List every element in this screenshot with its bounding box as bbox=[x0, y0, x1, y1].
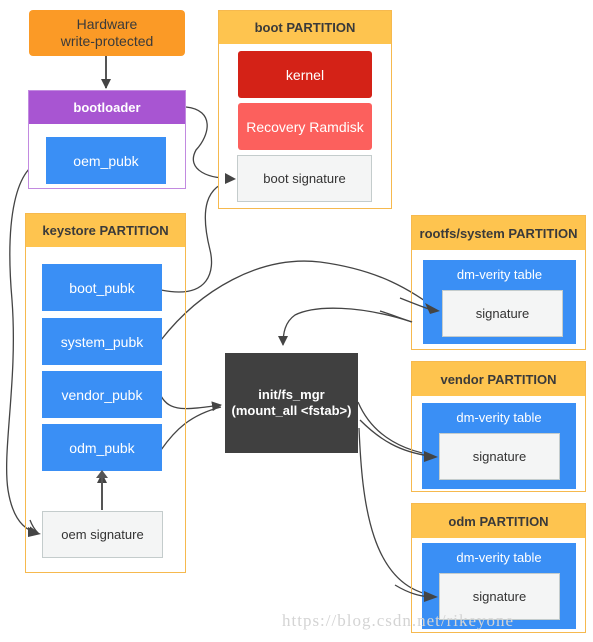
oem-signature-label: oem signature bbox=[61, 527, 144, 542]
vendor-signature-block: signature bbox=[439, 433, 560, 480]
oem-signature-block: oem signature bbox=[42, 511, 163, 558]
vendor-pubk-key: vendor_pubk bbox=[42, 371, 162, 418]
keystore-partition-title: keystore PARTITION bbox=[26, 214, 185, 247]
kernel-label: kernel bbox=[285, 66, 325, 83]
watermark: https://blog.csdn.net/rikeyone bbox=[282, 611, 515, 630]
system-partition-title-text: rootfs/system PARTITION bbox=[419, 225, 578, 241]
boot-pubk-label: boot_pubk bbox=[69, 279, 135, 296]
odm-partition-title: odm PARTITION bbox=[412, 504, 585, 538]
system-pubk-key: system_pubk bbox=[42, 318, 162, 365]
system-dm-verity-table: dm-verity table signature bbox=[423, 260, 576, 344]
boot-partition-title-text: boot PARTITION bbox=[254, 20, 356, 35]
kernel-block: kernel bbox=[238, 51, 372, 98]
vendor-partition-title: vendor PARTITION bbox=[412, 362, 585, 396]
init-fs-mgr-block: init/fs_mgr (mount_all <fstab>) bbox=[225, 353, 358, 453]
vendor-pubk-label: vendor_pubk bbox=[61, 386, 143, 403]
recovery-ramdisk-label: Recovery Ramdisk bbox=[246, 118, 364, 135]
system-pubk-label: system_pubk bbox=[60, 333, 144, 350]
oem-pubk-key: oem_pubk bbox=[46, 137, 166, 184]
vendor-dm-verity-label: dm-verity table bbox=[456, 409, 542, 425]
boot-signature-block: boot signature bbox=[237, 155, 372, 202]
boot-partition: boot PARTITION kernel Recovery Ramdisk b… bbox=[218, 10, 392, 209]
edge-system-to-init bbox=[278, 307, 413, 346]
init-label-line1: init/fs_mgr bbox=[258, 387, 325, 402]
vendor-signature-label: signature bbox=[472, 449, 527, 464]
init-label-line2: (mount_all <fstab>) bbox=[231, 403, 352, 418]
vendor-partition-title-text: vendor PARTITION bbox=[440, 371, 557, 387]
hardware-write-protected-box: Hardware write-protected bbox=[29, 10, 185, 56]
odm-partition-title-text: odm PARTITION bbox=[448, 513, 549, 529]
odm-pubk-label: odm_pubk bbox=[69, 439, 135, 456]
recovery-ramdisk-block: Recovery Ramdisk bbox=[238, 103, 372, 150]
system-partition: rootfs/system PARTITION dm-verity table … bbox=[411, 215, 586, 350]
system-dm-verity-label: dm-verity table bbox=[456, 266, 543, 282]
edge-system-pubk-to-system-signature bbox=[160, 260, 439, 341]
hardware-label-line2: write-protected bbox=[60, 33, 154, 49]
vendor-partition: vendor PARTITION dm-verity table signatu… bbox=[411, 361, 586, 492]
boot-partition-title: boot PARTITION bbox=[219, 11, 391, 44]
bootloader-title: bootloader bbox=[29, 91, 185, 124]
system-partition-title: rootfs/system PARTITION bbox=[412, 216, 585, 250]
bootloader-box: bootloader oem_pubk bbox=[28, 90, 186, 189]
vendor-dm-verity-table: dm-verity table signature bbox=[422, 403, 576, 489]
system-signature-label: signature bbox=[475, 306, 530, 321]
keystore-partition: keystore PARTITION boot_pubk system_pubk… bbox=[25, 213, 186, 573]
hardware-label-line1: Hardware bbox=[76, 16, 138, 32]
oem-pubk-label: oem_pubk bbox=[73, 152, 139, 169]
boot-pubk-key: boot_pubk bbox=[42, 264, 162, 311]
bootloader-title-text: bootloader bbox=[73, 100, 141, 115]
odm-signature-label: signature bbox=[472, 589, 527, 604]
system-signature-block: signature bbox=[442, 290, 563, 337]
boot-signature-label: boot signature bbox=[263, 171, 346, 186]
odm-dm-verity-label: dm-verity table bbox=[456, 549, 542, 565]
keystore-partition-title-text: keystore PARTITION bbox=[42, 223, 169, 238]
odm-pubk-key: odm_pubk bbox=[42, 424, 162, 471]
